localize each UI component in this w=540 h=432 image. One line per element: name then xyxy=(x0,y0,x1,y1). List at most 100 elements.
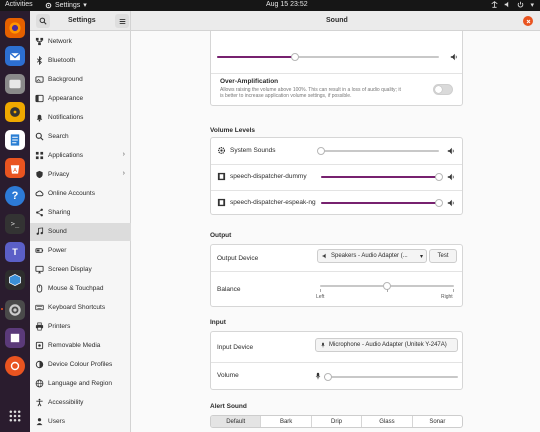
app-menu[interactable]: Settings ▾ xyxy=(45,1,87,9)
display-icon xyxy=(35,265,44,274)
input-volume-slider[interactable] xyxy=(324,373,458,381)
accessibility-icon xyxy=(35,398,44,407)
menu-button[interactable] xyxy=(115,14,129,28)
alert-option-sonar[interactable]: Sonar xyxy=(413,416,462,427)
sidebar-item-search[interactable]: Search xyxy=(30,128,131,146)
speech-dispatcher-dummy-slider[interactable] xyxy=(321,173,443,181)
sidebar-item-background[interactable]: Background xyxy=(30,71,131,89)
sidebar-item-power[interactable]: Power xyxy=(30,242,131,260)
sidebar-item-language-and-region[interactable]: Language and Region xyxy=(30,375,131,393)
sidebar-item-accessibility[interactable]: Accessibility xyxy=(30,394,131,412)
sidebar-item-label: Notifications xyxy=(48,114,84,121)
clock[interactable]: Aug 15 23:52 xyxy=(266,1,308,8)
toggle-knob xyxy=(435,86,442,93)
terminal-icon[interactable]: >_ xyxy=(5,214,25,234)
firefox-icon[interactable] xyxy=(5,18,25,38)
output-device-value: Speakers - Audio Adapter (... xyxy=(331,253,408,259)
slider-knob[interactable] xyxy=(291,53,299,61)
output-heading: Output xyxy=(210,232,232,239)
thunderbird-icon[interactable] xyxy=(5,46,25,66)
volume-levels-heading: Volume Levels xyxy=(210,127,256,134)
volume-level-label: speech-dispatcher-espeak-ng xyxy=(230,199,316,206)
sidebar-item-privacy[interactable]: Privacy › xyxy=(30,166,131,184)
sidebar-item-label: Users xyxy=(48,418,65,425)
slider-knob[interactable] xyxy=(317,147,325,155)
balance-label: Balance xyxy=(217,286,241,293)
separator xyxy=(211,190,462,191)
music-note-icon xyxy=(35,227,44,236)
teams-icon[interactable]: T xyxy=(5,242,25,262)
sidebar-item-label: Screen Display xyxy=(48,266,92,273)
writer-icon[interactable] xyxy=(5,130,25,150)
sidebar-item-appearance[interactable]: Appearance xyxy=(30,90,131,108)
system-tray[interactable]: ▾ xyxy=(491,1,534,9)
sidebar-item-screen-display[interactable]: Screen Display xyxy=(30,261,131,279)
sidebar-item-printers[interactable]: Printers xyxy=(30,318,131,336)
sidebar-item-network[interactable]: Network xyxy=(30,33,131,51)
sidebar-item-label: Removable Media xyxy=(48,342,101,349)
app-center-icon[interactable]: A xyxy=(5,158,25,178)
over-amplification-toggle[interactable] xyxy=(433,84,453,95)
sidebar-item-bluetooth[interactable]: Bluetooth xyxy=(30,52,131,70)
chevron-down-icon: ▾ xyxy=(419,253,423,260)
sidebar-item-keyboard-shortcuts[interactable]: Keyboard Shortcuts xyxy=(30,299,131,317)
output-device-label: Output Device xyxy=(217,255,259,262)
slider-knob[interactable] xyxy=(435,173,443,181)
output-device-dropdown[interactable]: Speakers - Audio Adapter (... ▾ xyxy=(317,249,427,263)
system-sounds-slider[interactable] xyxy=(317,147,439,155)
sidebar-item-label: Network xyxy=(48,38,72,45)
sidebar-item-label: Applications xyxy=(48,152,84,159)
input-device-label: Input Device xyxy=(217,344,254,351)
sidebar-item-users[interactable]: Users xyxy=(30,413,131,431)
sidebar-item-notifications[interactable]: Notifications xyxy=(30,109,131,127)
screenshot-tool-icon[interactable] xyxy=(5,328,25,348)
settings-icon[interactable] xyxy=(5,300,25,320)
input-device-dropdown[interactable]: Microphone - Audio Adapter (Unitek Y-247… xyxy=(315,338,458,352)
ubuntu-icon[interactable] xyxy=(5,356,25,376)
search-button[interactable] xyxy=(36,14,50,28)
virtualbox-icon[interactable] xyxy=(5,270,25,290)
separator xyxy=(211,362,462,363)
alert-option-bark[interactable]: Bark xyxy=(261,416,312,427)
test-button[interactable]: Test xyxy=(429,249,457,263)
input-volume-label: Volume xyxy=(217,372,239,379)
alert-option-drip[interactable]: Drip xyxy=(312,416,363,427)
sidebar-item-label: Device Colour Profiles xyxy=(48,361,113,368)
sidebar-item-label: Printers xyxy=(48,323,71,330)
sidebar-item-applications[interactable]: Applications › xyxy=(30,147,131,165)
help-icon[interactable]: ? xyxy=(5,186,25,206)
input-panel: Input Device Microphone - Audio Adapter … xyxy=(210,331,463,390)
alert-option-glass[interactable]: Glass xyxy=(362,416,413,427)
speech-dispatcher-espeak-ng-slider[interactable] xyxy=(321,199,443,207)
master-volume-slider[interactable] xyxy=(217,53,439,61)
close-button[interactable] xyxy=(523,16,533,26)
slider-knob[interactable] xyxy=(435,199,443,207)
rhythmbox-icon[interactable] xyxy=(5,102,25,122)
media-icon xyxy=(35,341,44,350)
sidebar-item-mouse-touchpad[interactable]: Mouse & Touchpad xyxy=(30,280,131,298)
sidebar-item-sharing[interactable]: Sharing xyxy=(30,204,131,222)
search-icon xyxy=(39,17,47,25)
sidebar-item-sound[interactable]: Sound xyxy=(30,223,131,241)
alert-option-default[interactable]: Default xyxy=(211,416,262,427)
running-indicator xyxy=(1,308,3,310)
network-status-icon xyxy=(491,1,499,8)
sidebar-item-device-colour-profiles[interactable]: Device Colour Profiles xyxy=(30,356,131,374)
slider-knob[interactable] xyxy=(324,373,332,381)
balance-slider[interactable] xyxy=(320,282,454,290)
sidebar-item-label: Bluetooth xyxy=(48,57,76,64)
volume-icon xyxy=(447,173,454,181)
activities-button[interactable]: Activities xyxy=(5,1,33,8)
sidebar-item-online-accounts[interactable]: Online Accounts xyxy=(30,185,131,203)
power-status-icon xyxy=(518,1,524,8)
applications-icon xyxy=(35,151,44,160)
show-applications-icon[interactable] xyxy=(5,406,25,426)
sidebar-item-label: Power xyxy=(48,247,67,254)
separator xyxy=(211,271,462,272)
sidebar-item-removable-media[interactable]: Removable Media xyxy=(30,337,131,355)
volume-icon xyxy=(447,199,454,207)
background-icon xyxy=(35,75,44,84)
film-strip-icon xyxy=(217,198,226,207)
privacy-icon xyxy=(35,170,44,179)
files-icon[interactable] xyxy=(5,74,25,94)
